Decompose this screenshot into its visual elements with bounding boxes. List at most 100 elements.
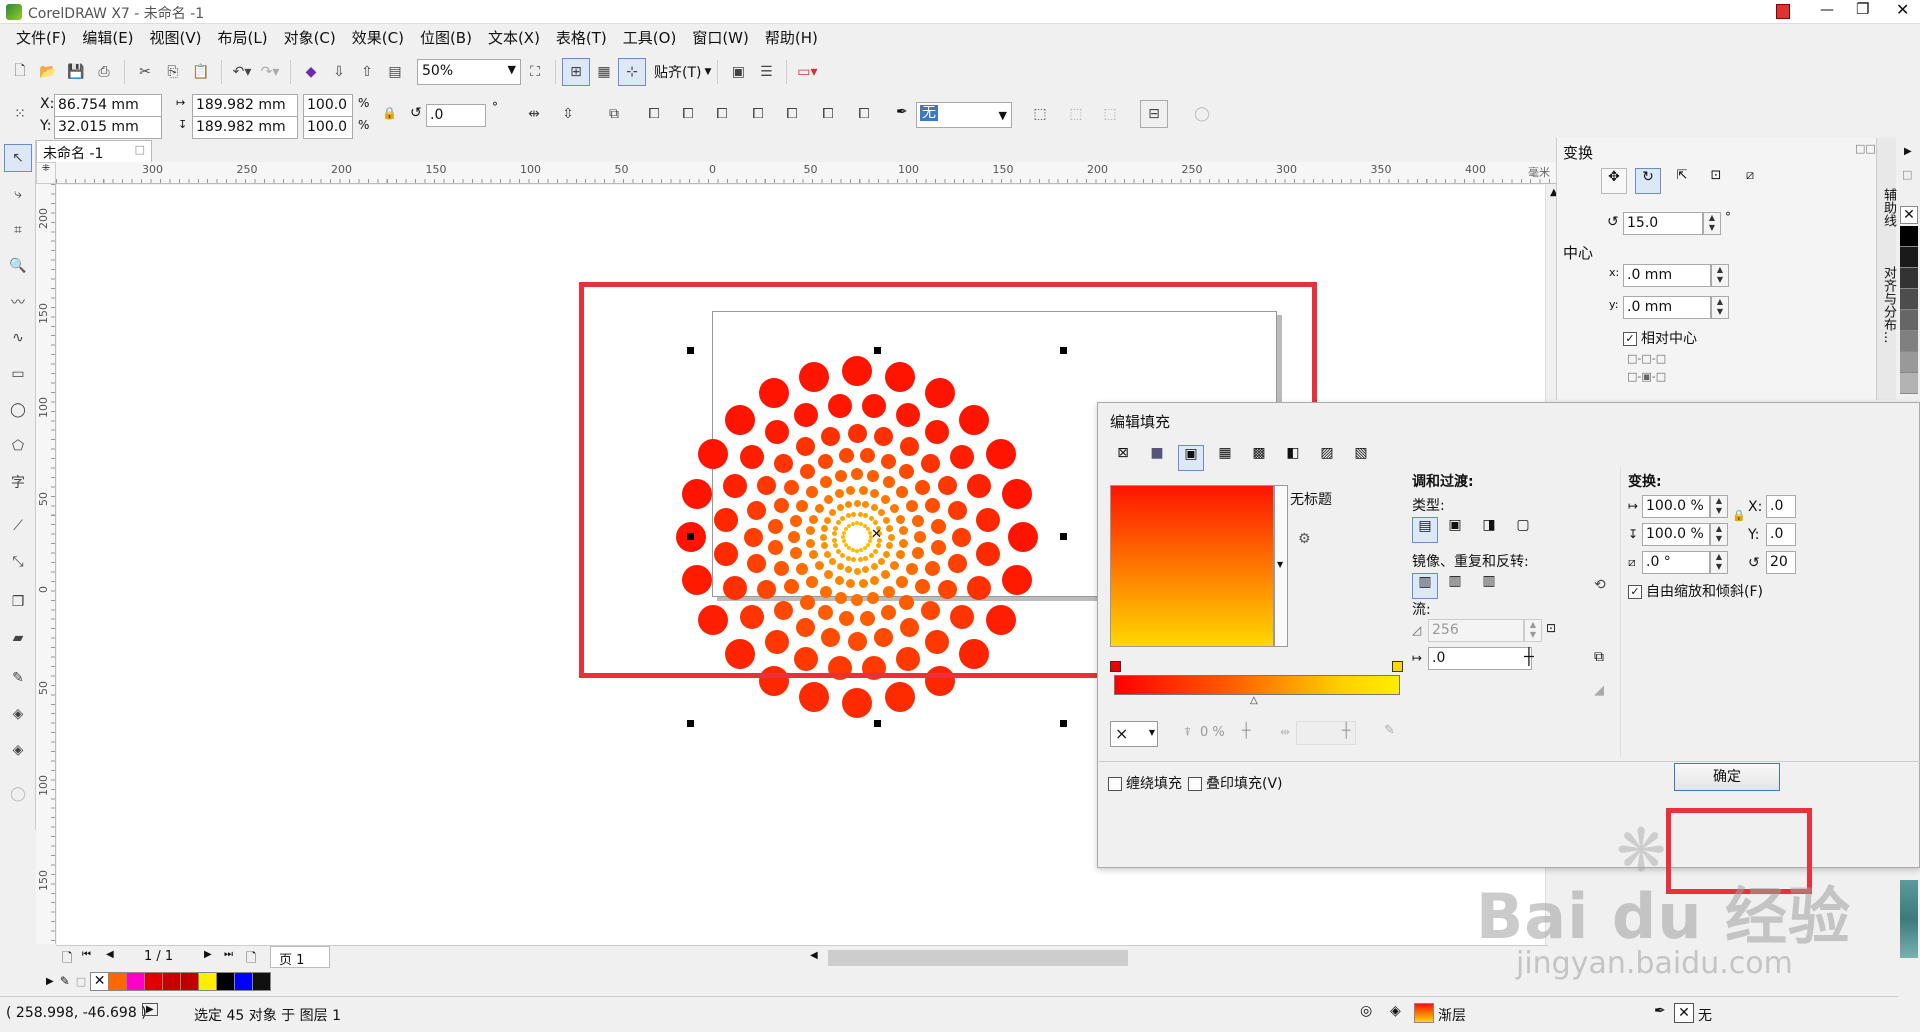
- transform-options-icon[interactable]: ◢: [1594, 683, 1604, 698]
- node-transparency-field[interactable]: 0 %: [1200, 725, 1225, 740]
- lock-ratio-icon[interactable]: 🔒: [382, 106, 397, 120]
- page-options-icon[interactable]: 🗋: [62, 949, 72, 971]
- position-mode-button[interactable]: ✥: [1601, 168, 1627, 194]
- horizontal-scrollbar[interactable]: ◀: [808, 945, 1548, 969]
- menu-item-9[interactable]: 工具(O): [615, 26, 685, 50]
- cut-icon[interactable]: ✂: [131, 58, 159, 86]
- docker-tab-align[interactable]: 对齐与分布...: [1879, 266, 1898, 343]
- midpoint-slider[interactable]: △: [1250, 695, 1258, 706]
- add-page-icon[interactable]: 🗋: [246, 949, 256, 971]
- wrap-fill-checkbox[interactable]: 缠绕填充: [1108, 773, 1182, 793]
- menu-item-4[interactable]: 对象(C): [276, 26, 344, 50]
- next-page-icon[interactable]: ▶: [204, 949, 212, 960]
- scale-width-field[interactable]: 100.0: [303, 94, 353, 117]
- start-color-node[interactable]: [1110, 661, 1121, 672]
- smooth-transition-icon[interactable]: ⧉: [1594, 649, 1604, 665]
- snap-to-dropdown[interactable]: 贴齐(T): [654, 62, 701, 82]
- full-screen-icon[interactable]: ⛶: [521, 58, 549, 86]
- menu-item-8[interactable]: 表格(T): [548, 26, 615, 50]
- ellipse-tool-icon[interactable]: ◯: [4, 396, 32, 424]
- center-y-field[interactable]: .0 mm: [1623, 296, 1711, 319]
- side-color-swatch[interactable]: [1900, 268, 1918, 289]
- color-picker-icon[interactable]: ✎: [1384, 723, 1395, 738]
- side-color-swatch[interactable]: [1900, 352, 1918, 373]
- rotation-field[interactable]: 15.0: [1623, 212, 1703, 235]
- trim-icon[interactable]: ⧠: [708, 100, 736, 128]
- menu-item-1[interactable]: 编辑(E): [74, 26, 141, 50]
- menu-item-6[interactable]: 位图(B): [412, 26, 480, 50]
- customize-icon[interactable]: ◯: [4, 780, 32, 808]
- drop-shadow-icon[interactable]: ❒: [4, 588, 32, 616]
- free-scale-checkbox[interactable]: ✓ 自由缩放和倾斜(F): [1628, 581, 1763, 601]
- color-proof-icon[interactable]: ◎: [1360, 1003, 1372, 1019]
- end-color-node[interactable]: [1392, 661, 1403, 672]
- side-color-swatch[interactable]: [1900, 373, 1918, 394]
- menu-item-3[interactable]: 布局(L): [210, 26, 276, 50]
- no-fill-button[interactable]: ⊠: [1110, 445, 1136, 471]
- fill-swatch[interactable]: [1414, 1003, 1434, 1023]
- rotation-angle-field[interactable]: .0: [426, 104, 486, 127]
- menu-item-10[interactable]: 窗口(W): [684, 26, 757, 50]
- create-boundary-icon[interactable]: ⬚: [1062, 100, 1090, 128]
- handle-bm[interactable]: [874, 720, 881, 727]
- vector-pattern-button[interactable]: ▦: [1212, 445, 1238, 471]
- palette-scroll-icon[interactable]: ▶: [46, 976, 54, 987]
- publish-pdf-icon[interactable]: ▤: [381, 58, 409, 86]
- save-preset-icon[interactable]: ⚙: [1298, 531, 1311, 547]
- eyedropper-icon[interactable]: ✎: [4, 664, 32, 692]
- open-icon[interactable]: 📂: [34, 58, 62, 86]
- fill-height-field[interactable]: 100.0 %: [1642, 523, 1710, 546]
- gradient-bar[interactable]: [1114, 675, 1400, 695]
- align-distribute-icon[interactable]: ⊟: [1140, 100, 1168, 128]
- interactive-fill-icon[interactable]: ◈: [4, 700, 32, 728]
- welcome-screen-icon[interactable]: ▣: [724, 58, 752, 86]
- print-icon[interactable]: ⎙: [90, 58, 118, 86]
- color-swatch[interactable]: [198, 971, 218, 991]
- side-color-swatch[interactable]: [1900, 331, 1918, 352]
- close-tab-icon[interactable]: □: [135, 143, 145, 156]
- rotate-mode-button[interactable]: ↻: [1635, 168, 1661, 194]
- acceleration-field[interactable]: .0: [1428, 647, 1532, 670]
- eyedropper-icon[interactable]: ✎: [60, 974, 70, 988]
- center-x-field[interactable]: .0 mm: [1623, 264, 1711, 287]
- handle-bl[interactable]: [687, 720, 694, 727]
- palette-menu-icon[interactable]: □: [76, 975, 86, 988]
- steps-field[interactable]: 256: [1428, 619, 1524, 642]
- transparency-tool-icon[interactable]: ▰: [4, 624, 32, 652]
- vertical-ruler[interactable]: 200 150 100 50 0 50 100 150: [36, 184, 56, 944]
- bitmap-pattern-button[interactable]: ▩: [1246, 445, 1272, 471]
- options-icon[interactable]: ☰: [752, 58, 780, 86]
- intersect-icon[interactable]: ⧠: [744, 100, 772, 128]
- position-spin-icon[interactable]: ┼: [1342, 723, 1350, 739]
- pick-tool-icon[interactable]: ↖: [4, 144, 32, 172]
- color-swatch[interactable]: [252, 971, 272, 991]
- docker-tab-guidelines[interactable]: 辅助线: [1879, 188, 1898, 227]
- weld-icon[interactable]: ⧠: [674, 100, 702, 128]
- overprint-fill-checkbox[interactable]: 叠印填充(V): [1188, 773, 1283, 793]
- zoom-tool-icon[interactable]: 🔍: [4, 252, 32, 280]
- menu-item-5[interactable]: 效果(C): [344, 26, 412, 50]
- lock-aspect-icon[interactable]: 🔒: [1732, 509, 1746, 522]
- side-color-swatch[interactable]: [1900, 247, 1918, 268]
- teal-swatches[interactable]: [1900, 880, 1918, 958]
- first-page-icon[interactable]: ⏮: [82, 949, 91, 960]
- user-icon[interactable]: [1776, 4, 1790, 19]
- redo-icon[interactable]: ↷▾: [256, 58, 284, 86]
- lock-steps-icon[interactable]: ⊡: [1546, 621, 1556, 635]
- skew-field[interactable]: .0 °: [1642, 551, 1710, 574]
- application-launcher-icon[interactable]: ▭▾: [793, 58, 821, 86]
- node-color-select[interactable]: ⨯ ▼: [1110, 721, 1158, 747]
- relative-center-checkbox[interactable]: ✓ 相对中心: [1623, 328, 1697, 348]
- repeat-button[interactable]: ▥: [1476, 573, 1502, 599]
- menu-item-0[interactable]: 文件(F): [8, 26, 74, 50]
- ok-button[interactable]: 确定: [1674, 763, 1780, 791]
- object-origin-icon[interactable]: ⁙: [6, 100, 34, 128]
- color-swatch[interactable]: [180, 971, 200, 991]
- side-color-swatch[interactable]: [1900, 310, 1918, 331]
- prev-page-icon[interactable]: ◀: [106, 949, 114, 960]
- skew-spinner[interactable]: ▲ ▼: [1710, 551, 1728, 574]
- mirror-vertical-icon[interactable]: ⇳: [554, 100, 582, 128]
- import-icon[interactable]: ⇩: [325, 58, 353, 86]
- preset-dropdown[interactable]: ▼: [1274, 485, 1288, 647]
- acceleration-plus-icon[interactable]: ┼: [1524, 647, 1534, 666]
